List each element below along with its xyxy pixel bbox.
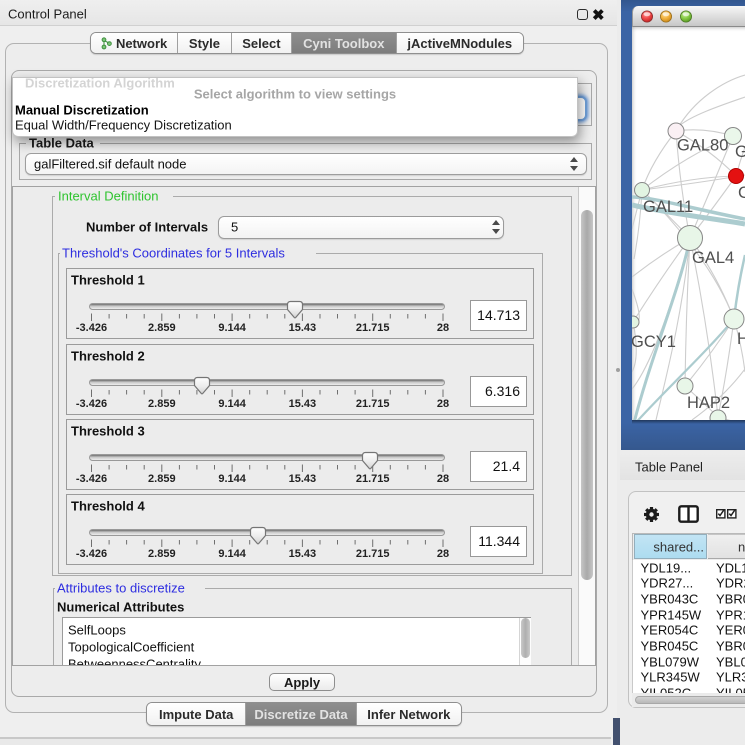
svg-text:HAP2: HAP2 xyxy=(687,394,730,412)
svg-text:GAL11: GAL11 xyxy=(643,198,693,216)
svg-text:GAL4: GAL4 xyxy=(692,249,734,267)
svg-text:GAL80: GAL80 xyxy=(677,137,728,155)
svg-text:GCY1: GCY1 xyxy=(632,333,676,351)
svg-text:GA: GA xyxy=(735,143,745,161)
svg-text:CY: CY xyxy=(738,184,745,202)
svg-text:H: H xyxy=(737,330,745,348)
